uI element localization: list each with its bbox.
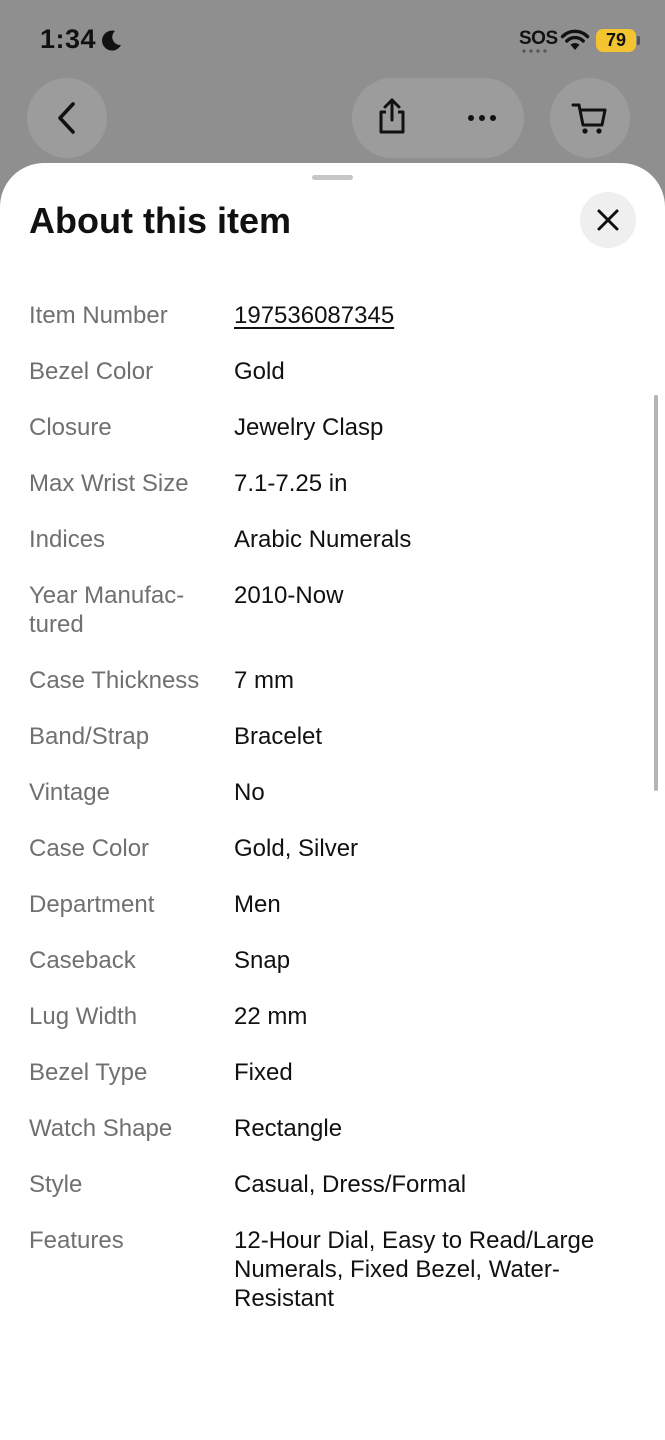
spec-row-case-color: Case Color Gold, Silver [29, 834, 629, 863]
spec-label: Features [29, 1227, 124, 1254]
spec-label: Band/Strap [29, 723, 150, 750]
spec-label: Max Wrist Size [29, 470, 189, 497]
spec-value: 2010-Now [234, 582, 344, 609]
spec-value: No [234, 779, 265, 806]
spec-row-caseback: Caseback Snap [29, 946, 629, 975]
spec-row-year-manufactured: Year Manufac- tured 2010-Now [29, 581, 629, 639]
spec-value: Arabic Numerals [234, 526, 412, 553]
spec-value: Rectangle [234, 1115, 343, 1142]
spec-value: Gold [234, 358, 285, 385]
wifi-icon [560, 29, 590, 50]
chevron-left-icon [58, 102, 75, 134]
battery-indicator: 79 [596, 29, 640, 52]
screen: 1:34 SOS 79 About this item Item Number … [0, 0, 665, 1440]
spec-row-indices: Indices Arabic Numerals [29, 525, 629, 554]
ellipsis-icon[interactable] [466, 108, 498, 128]
spec-value: Jewelry Clasp [234, 414, 384, 441]
spec-label: Closure [29, 414, 112, 441]
spec-row-case-thickness: Case Thickness 7 mm [29, 666, 629, 695]
share-icon[interactable] [376, 96, 408, 136]
spec-label: Caseback [29, 947, 136, 974]
spec-value: Snap [234, 947, 291, 974]
close-button[interactable] [580, 192, 636, 248]
spec-value: Fixed [234, 1059, 293, 1086]
scrollbar[interactable] [654, 395, 658, 791]
battery-level: 79 [605, 30, 627, 50]
spec-row-lug-width: Lug Width 22 mm [29, 1002, 629, 1031]
spec-label: Style [29, 1171, 83, 1198]
spec-label: Case Thickness [29, 667, 200, 694]
spec-row-max-wrist-size: Max Wrist Size 7.1-7.25 in [29, 469, 629, 498]
signal-dots-icon [522, 49, 547, 53]
spec-value: Bracelet [234, 723, 323, 750]
status-time: 1:34 [40, 24, 97, 54]
spec-value: Gold, Silver [234, 835, 359, 862]
spec-row-item-number: Item Number 197536087345 [29, 301, 629, 330]
spec-value: Men [234, 891, 281, 918]
spec-value: 7 mm [234, 667, 294, 694]
spec-label: Case Color [29, 835, 150, 862]
spec-label: Year Manufac- tured [29, 582, 185, 638]
battery-tip [637, 36, 640, 45]
spec-label: Bezel Type [29, 1059, 148, 1086]
spec-value: 12-Hour Dial, Easy to Read/Large Numeral… [234, 1227, 595, 1312]
spec-row-watch-shape: Watch Shape Rectangle [29, 1114, 629, 1143]
drag-handle[interactable] [312, 175, 353, 180]
spec-row-style: Style Casual, Dress/Formal [29, 1170, 629, 1199]
spec-label: Vintage [29, 779, 110, 806]
spec-row-department: Department Men [29, 890, 629, 919]
spec-label: Bezel Color [29, 358, 154, 385]
spec-row-band-strap: Band/Strap Bracelet [29, 722, 629, 751]
sheet-title: About this item [29, 200, 291, 241]
spec-row-closure: Closure Jewelry Clasp [29, 413, 629, 442]
close-icon [597, 209, 619, 231]
spec-value: 22 mm [234, 1003, 308, 1030]
item-number-link[interactable]: 197536087345 [234, 301, 629, 330]
spec-label: Lug Width [29, 1003, 138, 1030]
back-button[interactable] [27, 78, 107, 158]
spec-label: Indices [29, 526, 106, 553]
spec-row-bezel-color: Bezel Color Gold [29, 357, 629, 386]
spec-label: Watch Shape [29, 1115, 173, 1142]
action-group [352, 78, 524, 158]
spec-list: Item Number 197536087345 Bezel Color Gol… [29, 301, 629, 1340]
spec-label: Department [29, 891, 155, 918]
sos-indicator: SOS [519, 28, 558, 49]
cart-button[interactable] [550, 78, 630, 158]
spec-value: Casual, Dress/Formal [234, 1171, 467, 1198]
spec-row-vintage: Vintage No [29, 778, 629, 807]
spec-row-features: Features 12-Hour Dial, Easy to Read/Larg… [29, 1226, 629, 1313]
spec-row-bezel-type: Bezel Type Fixed [29, 1058, 629, 1087]
status-bar: 1:34 SOS 79 [0, 0, 665, 80]
cart-icon [571, 103, 607, 134]
spec-label: Item Number [29, 302, 168, 329]
spec-value: 7.1-7.25 in [234, 470, 348, 497]
about-item-sheet: About this item Item Number 197536087345… [0, 163, 665, 1440]
moon-icon [102, 30, 121, 51]
